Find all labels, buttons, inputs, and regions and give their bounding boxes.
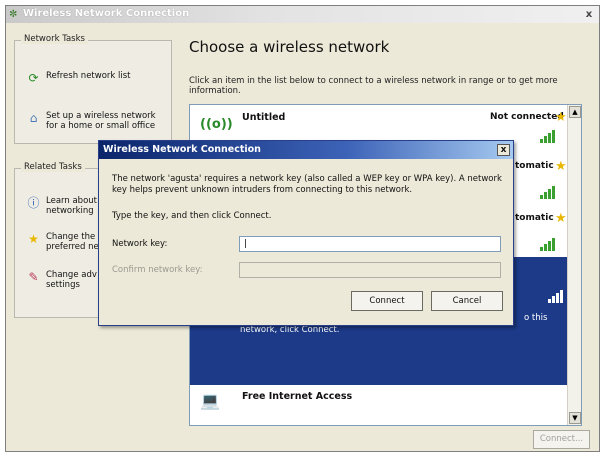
network-status: tomatic: [515, 161, 554, 171]
signal-strength-icon: [540, 185, 555, 199]
change-preferred-link[interactable]: ★ Change the preferred ne: [26, 232, 106, 252]
network-list-scrollbar[interactable]: ▲ ▼: [567, 105, 581, 425]
refresh-icon: ⟳: [28, 71, 39, 85]
laptop-wireless-icon: 💻: [200, 391, 220, 410]
settings-icon: ✎: [28, 270, 39, 284]
network-status: Not connected: [490, 112, 564, 122]
info-icon: ⓘ: [27, 196, 40, 210]
confirm-key-label: Confirm network key:: [112, 265, 203, 275]
setup-label: Set up a wireless network for a home or …: [46, 111, 156, 131]
change-advanced-label: Change adv settings: [46, 270, 97, 290]
connect-button[interactable]: Connect: [351, 291, 423, 311]
network-key-field[interactable]: |: [239, 236, 501, 252]
signal-strength-icon: [540, 129, 555, 143]
network-name: Untitled: [242, 112, 286, 123]
network-tasks-title: Network Tasks: [21, 34, 88, 44]
cancel-button[interactable]: Cancel: [431, 291, 503, 311]
star-icon: ★: [28, 232, 39, 246]
window-title: Wireless Network Connection: [23, 8, 190, 19]
change-preferred-label: Change the preferred ne: [46, 232, 99, 252]
learn-networking-link[interactable]: ⓘ Learn about networking: [26, 196, 106, 216]
page-description: Click an item in the list below to conne…: [189, 76, 558, 96]
selected-network-hint-right: o this: [524, 313, 548, 323]
refresh-label: Refresh network list: [46, 71, 131, 81]
wireless-antenna-icon: ((o)): [200, 117, 233, 132]
preferred-star-icon: ★: [555, 159, 567, 174]
setup-wireless-network-link[interactable]: ⌂ Set up a wireless network for a home o…: [26, 111, 166, 131]
scroll-down-icon[interactable]: ▼: [569, 412, 581, 424]
preferred-star-icon: ★: [555, 110, 567, 125]
network-key-dialog: Wireless Network Connection x The networ…: [98, 140, 514, 326]
dialog-message: The network 'agusta' requires a network …: [112, 174, 502, 195]
page-title: Choose a wireless network: [189, 38, 390, 56]
setup-wireless-icon: ⌂: [29, 111, 38, 125]
preferred-star-icon: ★: [555, 211, 567, 226]
dialog-title: Wireless Network Connection: [103, 144, 261, 155]
scroll-up-icon[interactable]: ▲: [569, 106, 581, 118]
network-name: Free Internet Access: [242, 391, 353, 402]
network-tasks-panel: Network Tasks ⟳ Refresh network list ⌂ S…: [14, 34, 172, 144]
confirm-key-field: [239, 262, 501, 278]
learn-label: Learn about networking: [46, 196, 97, 216]
signal-strength-icon: [540, 237, 555, 251]
signal-strength-icon: [548, 289, 563, 303]
window-titlebar[interactable]: ✼ Wireless Network Connection x: [6, 6, 599, 23]
refresh-network-list-link[interactable]: ⟳ Refresh network list: [26, 71, 131, 86]
window-close-button[interactable]: x: [583, 9, 595, 20]
related-tasks-title: Related Tasks: [21, 162, 85, 172]
network-row-free-internet[interactable]: 💻 Free Internet Access: [190, 385, 570, 425]
network-key-label: Network key:: [112, 239, 168, 249]
wireless-app-icon: ✼: [9, 9, 18, 20]
dialog-close-button[interactable]: x: [497, 144, 510, 156]
selected-network-hint: network, click Connect.: [240, 325, 340, 335]
connect-network-button[interactable]: Connect...: [533, 430, 590, 449]
change-advanced-link[interactable]: ✎ Change adv settings: [26, 270, 106, 290]
network-status: tomatic: [515, 213, 554, 223]
dialog-instruction: Type the key, and then click Connect.: [112, 211, 272, 221]
dialog-titlebar[interactable]: Wireless Network Connection x: [99, 141, 513, 159]
